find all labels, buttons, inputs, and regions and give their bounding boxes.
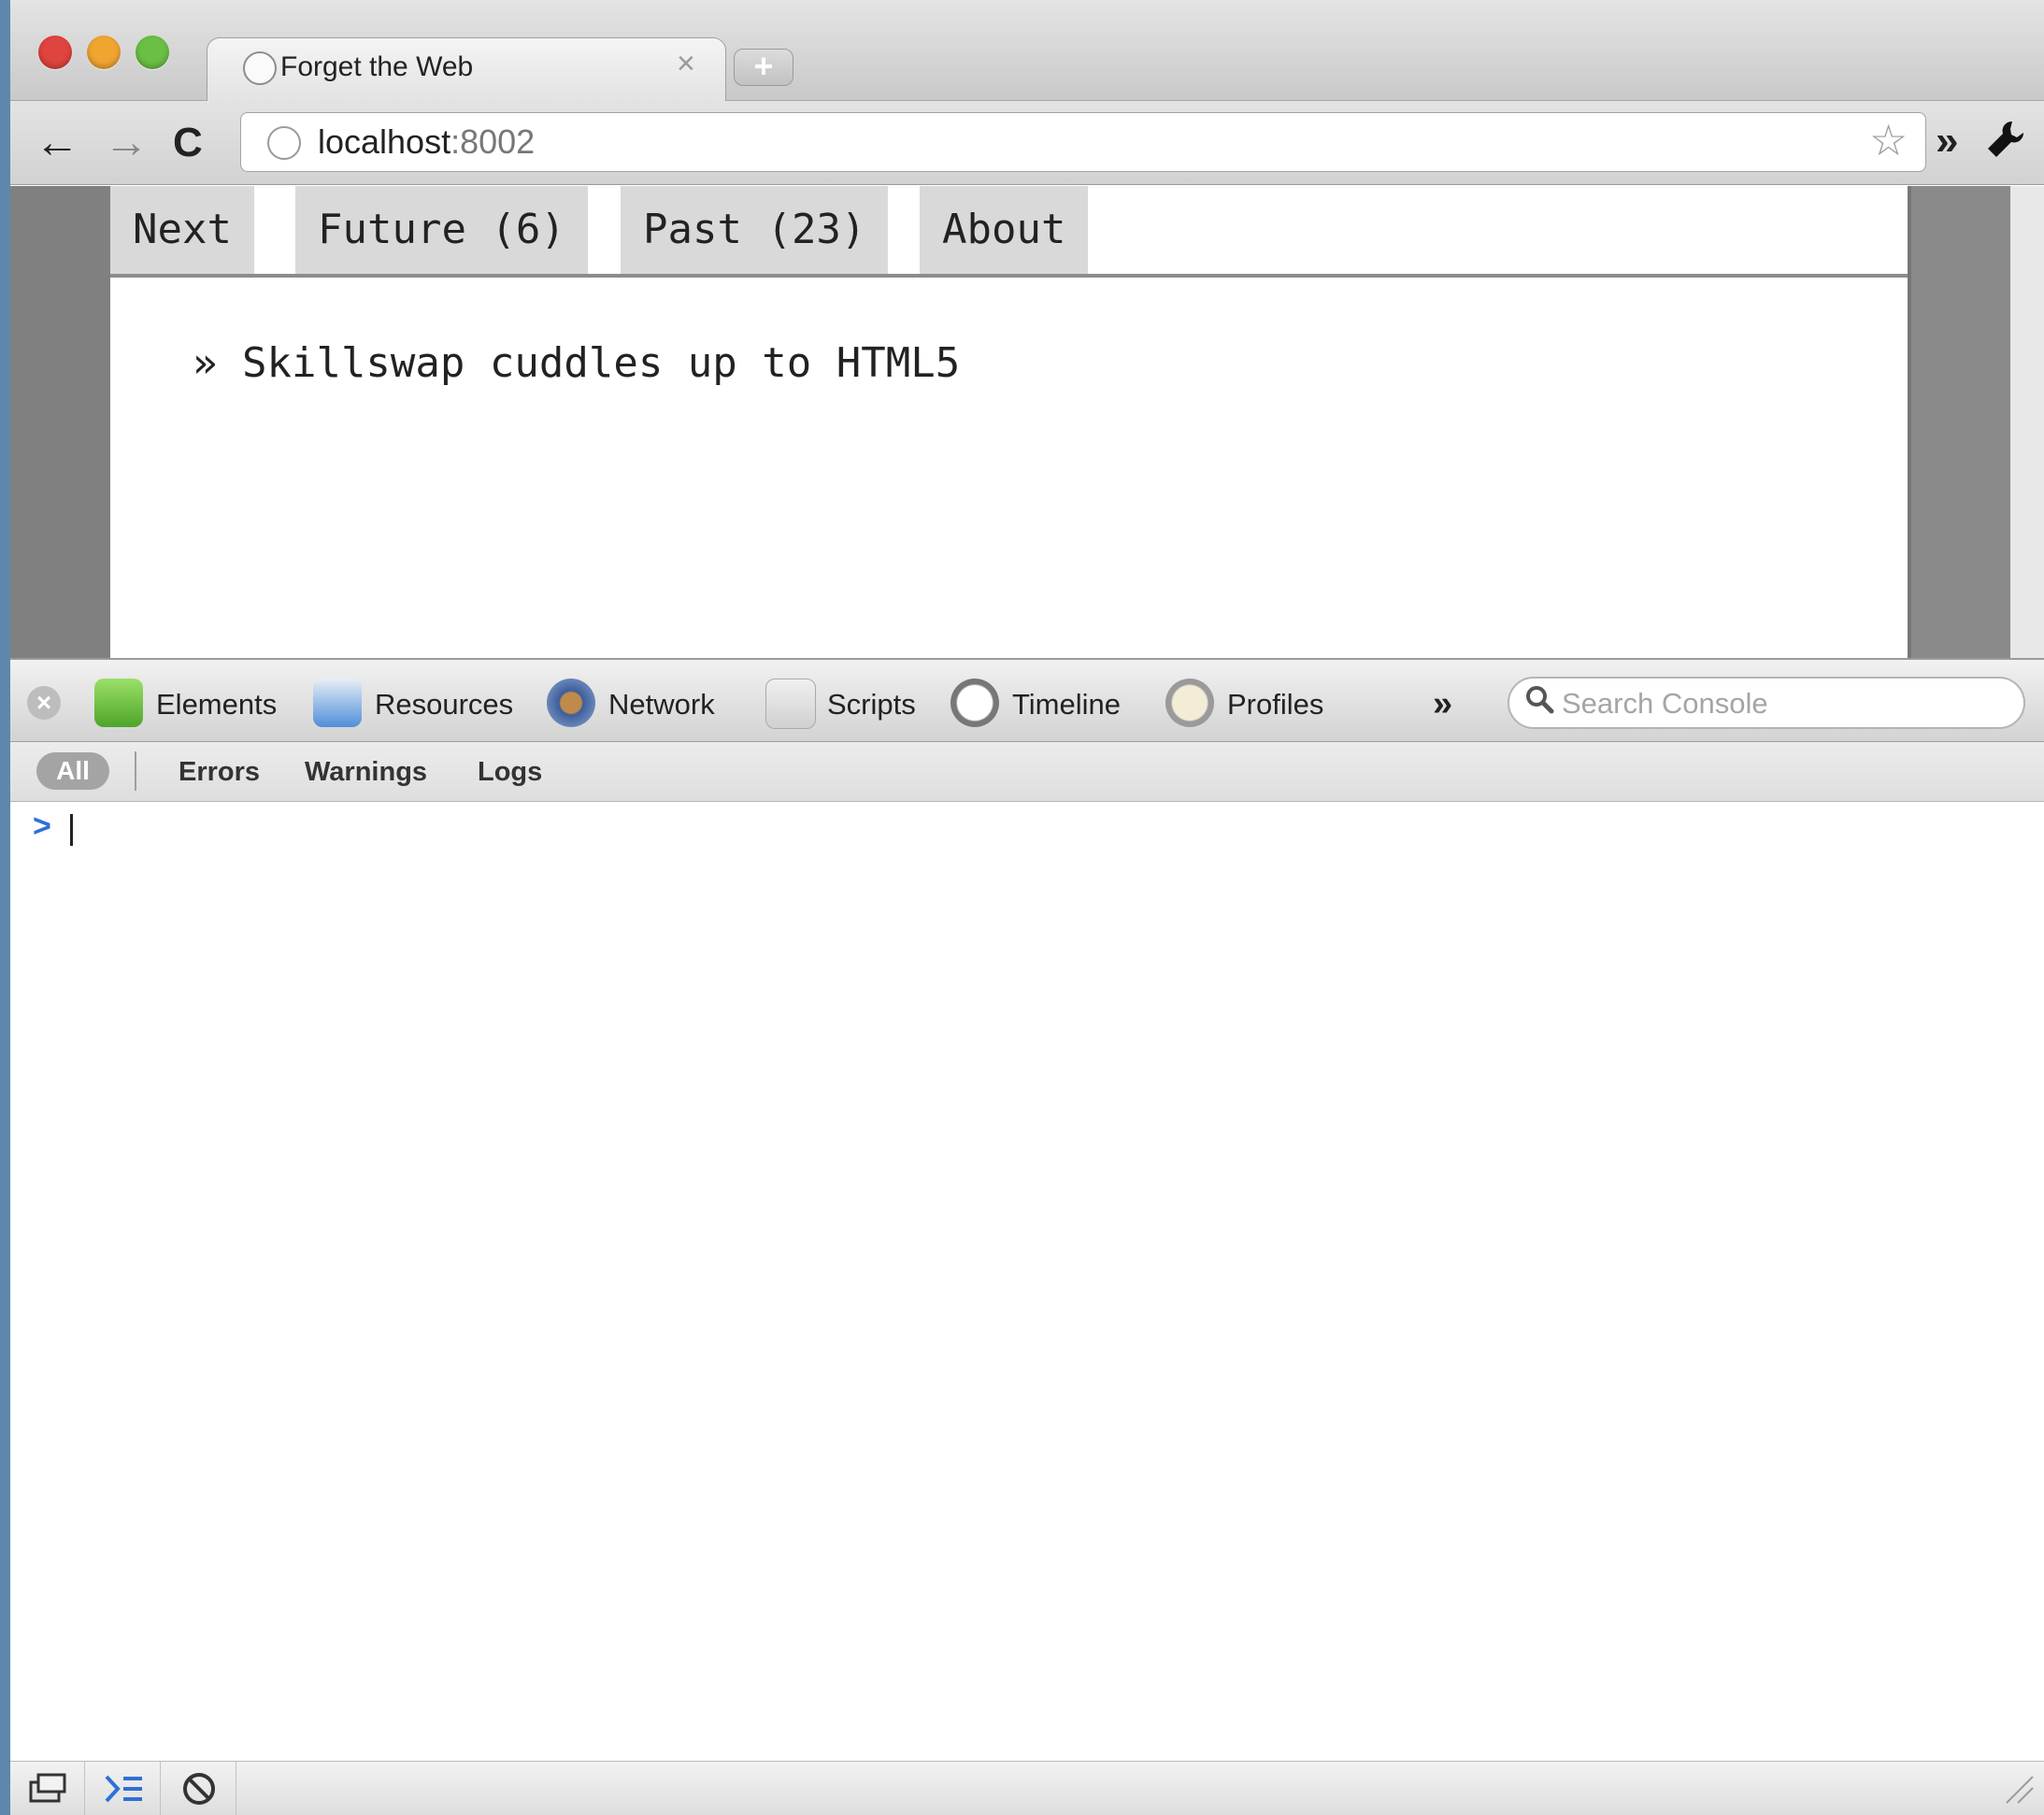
title-bar: Forget the Web × + [10,0,2044,101]
nav-link-past[interactable]: Past (23) [621,186,889,274]
tab-label: Network [608,688,715,721]
globe-icon [267,126,301,160]
new-tab-button[interactable]: + [734,49,793,86]
devtools-toolbar: × Elements Resources Network Scripts Tim… [10,658,2044,742]
filter-divider [135,751,136,791]
filter-logs-button[interactable]: Logs [478,757,542,788]
browser-tab[interactable]: Forget the Web × [207,37,726,101]
filter-errors-button[interactable]: Errors [179,757,260,788]
close-tab-icon[interactable]: × [677,46,695,82]
tab-label: Resources [375,688,514,721]
nav-link-next[interactable]: Next [110,186,254,274]
console-search[interactable] [1508,677,2025,729]
network-icon [547,679,595,727]
address-bar[interactable]: localhost:8002 ☆ [240,112,1926,172]
resize-grip-icon[interactable] [2001,1771,2035,1814]
url-port: :8002 [450,122,536,161]
scripts-icon [765,679,816,729]
resources-icon [313,679,362,727]
page-viewport: Next Future (6) Past (23) About » Skills… [10,186,2044,658]
console-panel[interactable]: > [10,803,2044,1761]
console-toggle-icon[interactable] [86,1762,161,1815]
profiles-icon [1165,679,1214,727]
tab-title: Forget the Web [280,51,474,82]
zoom-window-button[interactable] [136,36,169,69]
search-console-input[interactable] [1560,684,2012,723]
more-panels-button[interactable]: » [1433,684,1452,724]
console-prompt-icon: > [33,808,51,844]
back-button[interactable]: ← [35,118,79,168]
close-window-button[interactable] [38,36,72,69]
console-cursor [70,814,73,846]
clear-console-icon[interactable] [162,1762,236,1815]
url-host: localhost [318,122,451,161]
reload-button[interactable]: C [173,118,203,168]
console-filter-bar: All Errors Warnings Logs [10,742,2044,802]
minimize-window-button[interactable] [87,36,121,69]
devtools-status-bar [10,1761,2044,1815]
nav-link-future[interactable]: Future (6) [295,186,588,274]
tab-label: Scripts [827,688,916,721]
filter-all-button[interactable]: All [36,752,109,790]
tab-label: Timeline [1012,688,1121,721]
close-devtools-icon[interactable]: × [27,686,61,720]
wrench-menu-icon[interactable] [1984,118,2027,171]
tab-label: Profiles [1227,688,1324,721]
filter-warnings-button[interactable]: Warnings [305,757,427,788]
browser-toolbar: ← → C localhost:8002 ☆ » [10,101,2044,185]
browser-window: Forget the Web × + ← → C localhost:8002 … [10,0,2044,1815]
forward-button[interactable]: → [104,118,149,168]
globe-icon [243,51,277,85]
tab-label: Elements [156,688,278,721]
bookmark-star-icon[interactable]: ☆ [1869,115,1908,165]
timeline-icon [951,679,999,727]
elements-icon [94,679,143,727]
address-url[interactable]: localhost:8002 [318,122,535,162]
nav-link-about[interactable]: About [920,186,1089,274]
article-link[interactable]: » Skillswap cuddles up to HTML5 [193,339,960,387]
site-nav: Next Future (6) Past (23) About [110,186,1908,278]
search-icon [1524,684,1554,722]
web-page: Next Future (6) Past (23) About » Skills… [110,186,1908,658]
dock-toggle-icon[interactable] [10,1762,85,1815]
page-scrollbar[interactable] [2010,186,2044,658]
extensions-overflow-button[interactable]: » [1936,118,1958,164]
